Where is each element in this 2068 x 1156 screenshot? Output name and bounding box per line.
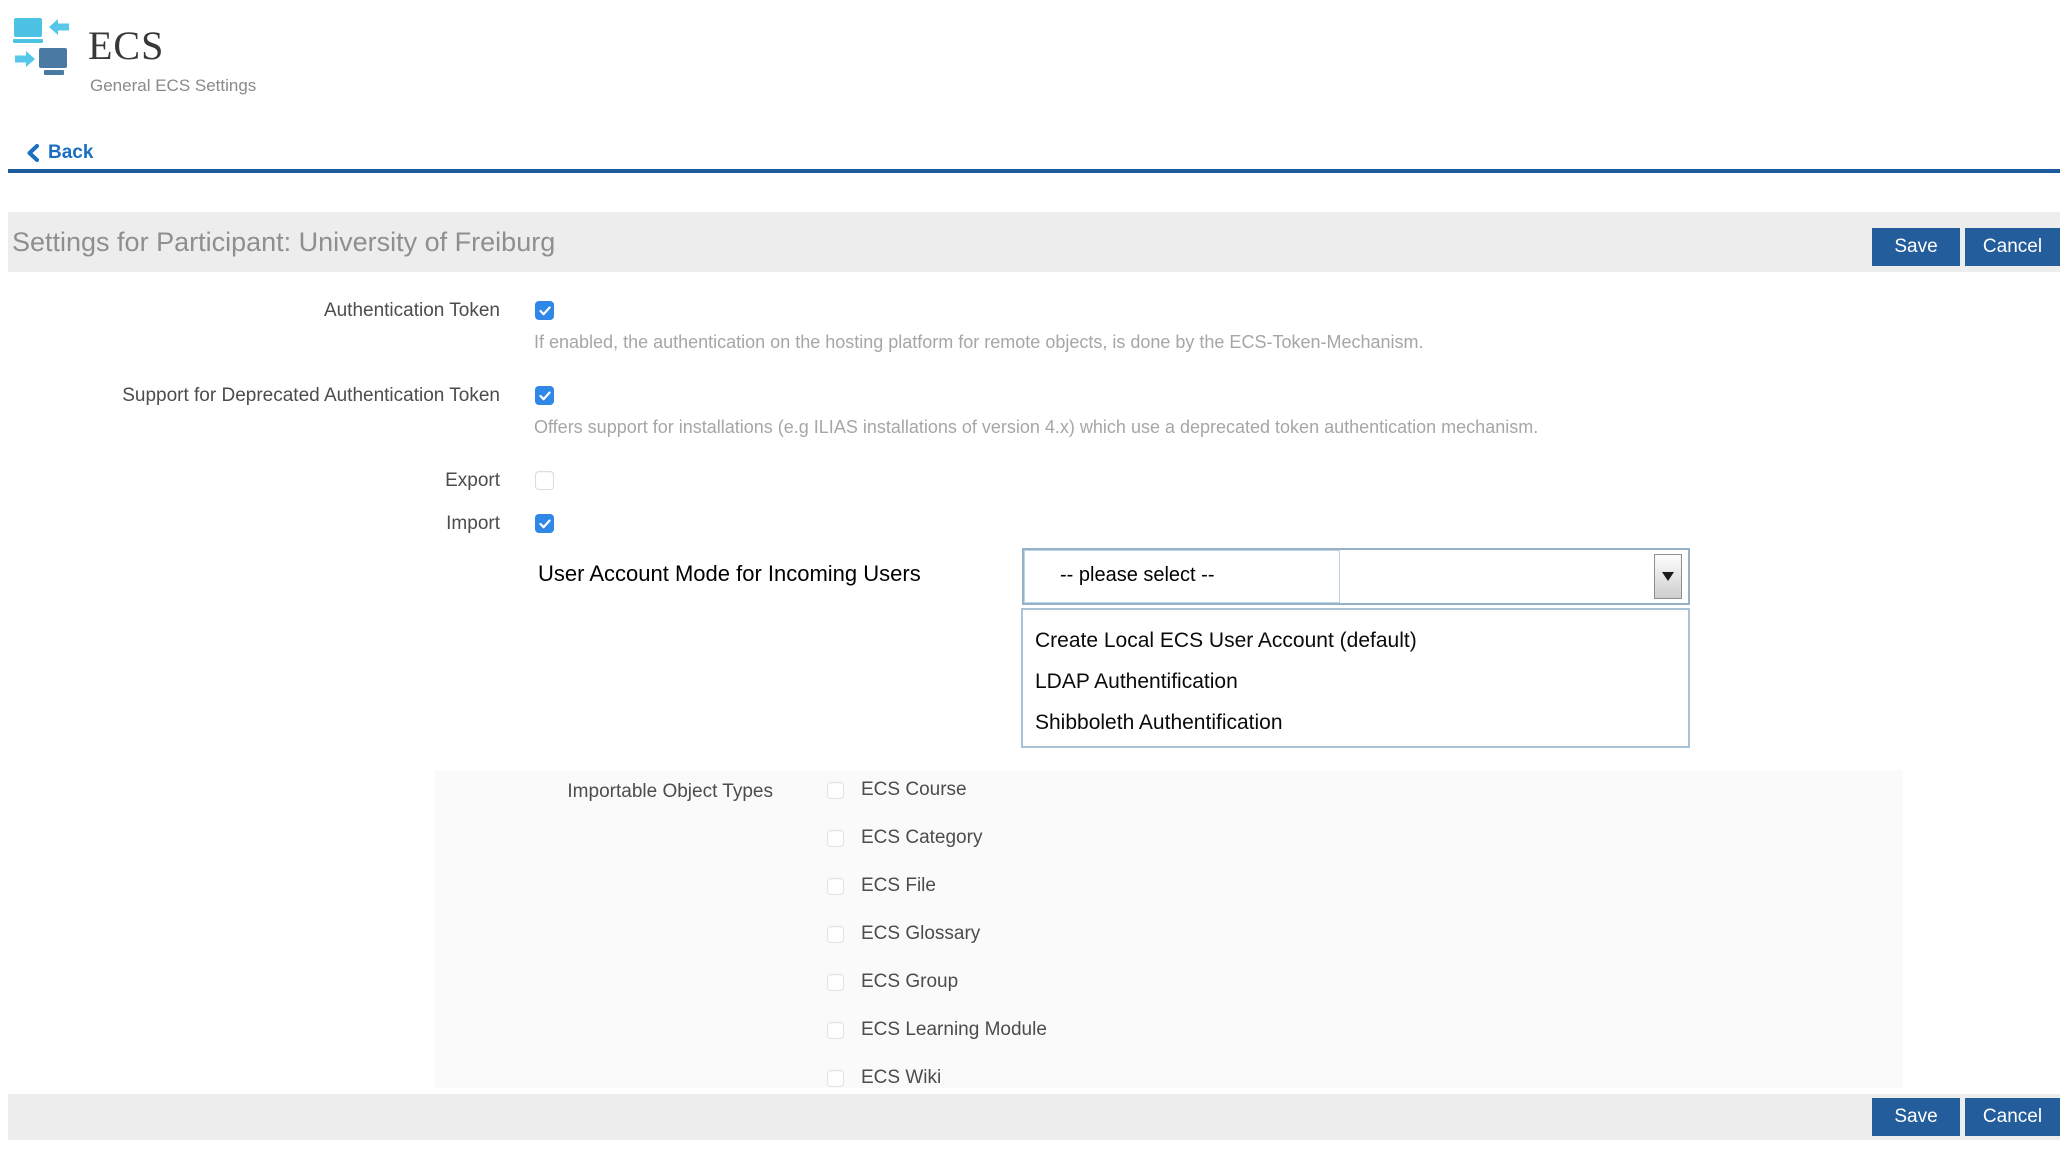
importable-item-row: ECS Glossary xyxy=(827,923,980,945)
form-header-bar: Settings for Participant: University of … xyxy=(8,212,2060,272)
user-account-mode-select[interactable]: -- please select -- xyxy=(1022,548,1690,605)
ecs-course-checkbox[interactable] xyxy=(827,782,844,799)
chevron-down-icon xyxy=(1662,572,1674,581)
importable-item-row: ECS File xyxy=(827,875,936,897)
importable-item-row: ECS Course xyxy=(827,779,967,801)
user-account-mode-label: User Account Mode for Incoming Users xyxy=(538,561,921,587)
export-checkbox[interactable] xyxy=(535,471,554,490)
ecs-group-label: ECS Group xyxy=(861,971,958,993)
page-title: ECS xyxy=(88,22,164,69)
form-title: Settings for Participant: University of … xyxy=(12,212,555,272)
import-checkbox[interactable] xyxy=(535,514,554,533)
ecs-glossary-checkbox[interactable] xyxy=(827,926,844,943)
ecs-file-label: ECS File xyxy=(861,875,936,897)
select-selected-value: -- please select -- xyxy=(1060,564,1215,587)
ecs-wiki-checkbox[interactable] xyxy=(827,1070,844,1087)
page-subtitle: General ECS Settings xyxy=(90,76,256,96)
deprecated-token-label: Support for Deprecated Authentication To… xyxy=(0,385,500,407)
authentication-token-label: Authentication Token xyxy=(0,300,500,322)
ecs-glossary-label: ECS Glossary xyxy=(861,923,980,945)
ecs-settings-page: ECS General ECS Settings Back Settings f… xyxy=(0,0,2068,1156)
import-label: Import xyxy=(0,513,500,535)
deprecated-token-description: Offers support for installations (e.g IL… xyxy=(534,416,1538,438)
user-account-mode-options-list: Create Local ECS User Account (default) … xyxy=(1021,608,1690,748)
importable-object-types-label: Importable Object Types xyxy=(435,781,773,803)
ecs-file-checkbox[interactable] xyxy=(827,878,844,895)
export-label: Export xyxy=(0,470,500,492)
back-link[interactable]: Back xyxy=(26,142,93,164)
option-ldap-authentification[interactable]: LDAP Authentification xyxy=(1023,661,1688,702)
header-divider xyxy=(8,169,2060,173)
cancel-button-bottom[interactable]: Cancel xyxy=(1965,1098,2060,1136)
back-label: Back xyxy=(48,142,93,164)
checkmark-icon xyxy=(539,391,551,401)
ecs-logo-icon xyxy=(13,16,71,78)
ecs-group-checkbox[interactable] xyxy=(827,974,844,991)
dropdown-arrow-button[interactable] xyxy=(1654,554,1682,599)
chevron-left-icon xyxy=(26,144,39,162)
ecs-learning-module-label: ECS Learning Module xyxy=(861,1019,1047,1041)
form-footer-bar xyxy=(8,1094,2060,1140)
ecs-wiki-label: ECS Wiki xyxy=(861,1067,941,1089)
importable-item-row: ECS Category xyxy=(827,827,982,849)
checkmark-icon xyxy=(539,519,551,529)
importable-item-row: ECS Learning Module xyxy=(827,1019,1047,1041)
cancel-button-top[interactable]: Cancel xyxy=(1965,228,2060,266)
ecs-category-checkbox[interactable] xyxy=(827,830,844,847)
ecs-course-label: ECS Course xyxy=(861,779,967,801)
importable-item-row: ECS Wiki xyxy=(827,1067,941,1089)
ecs-category-label: ECS Category xyxy=(861,827,982,849)
option-create-local-ecs-user[interactable]: Create Local ECS User Account (default) xyxy=(1023,620,1688,661)
save-button-bottom[interactable]: Save xyxy=(1872,1098,1960,1136)
importable-item-row: ECS Group xyxy=(827,971,958,993)
authentication-token-description: If enabled, the authentication on the ho… xyxy=(534,331,1424,353)
option-shibboleth-authentification[interactable]: Shibboleth Authentification xyxy=(1023,702,1688,743)
importable-object-types-panel: Importable Object Types ECS Course ECS C… xyxy=(435,770,1903,1088)
authentication-token-checkbox[interactable] xyxy=(535,301,554,320)
checkmark-icon xyxy=(539,306,551,316)
save-button-top[interactable]: Save xyxy=(1872,228,1960,266)
ecs-learning-module-checkbox[interactable] xyxy=(827,1022,844,1039)
deprecated-token-checkbox[interactable] xyxy=(535,386,554,405)
